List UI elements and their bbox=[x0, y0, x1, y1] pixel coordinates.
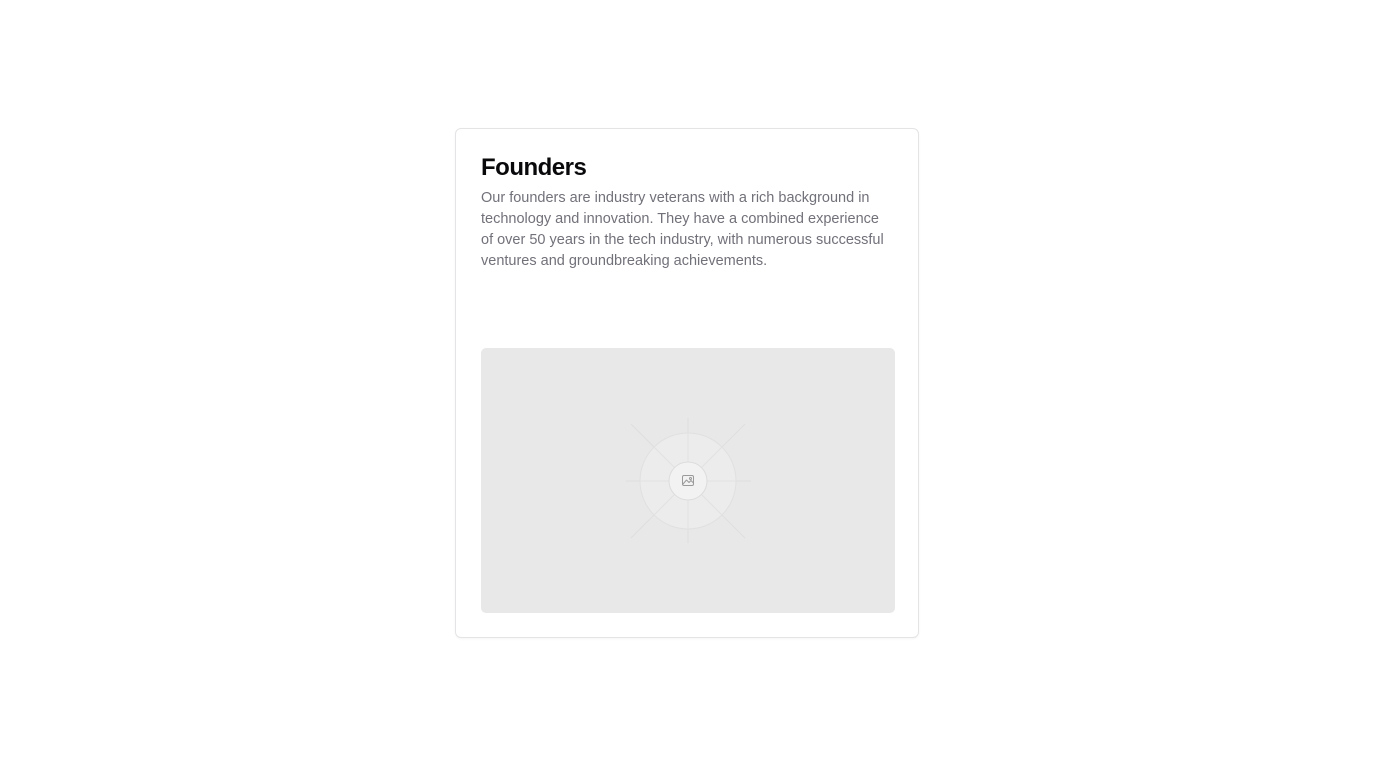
card-title: Founders bbox=[481, 154, 587, 181]
image-placeholder bbox=[481, 348, 895, 613]
placeholder-graphic bbox=[626, 418, 751, 543]
card-description: Our founders are industry veterans with … bbox=[481, 190, 884, 269]
founders-card: Founders Our founders are industry veter… bbox=[455, 128, 919, 638]
